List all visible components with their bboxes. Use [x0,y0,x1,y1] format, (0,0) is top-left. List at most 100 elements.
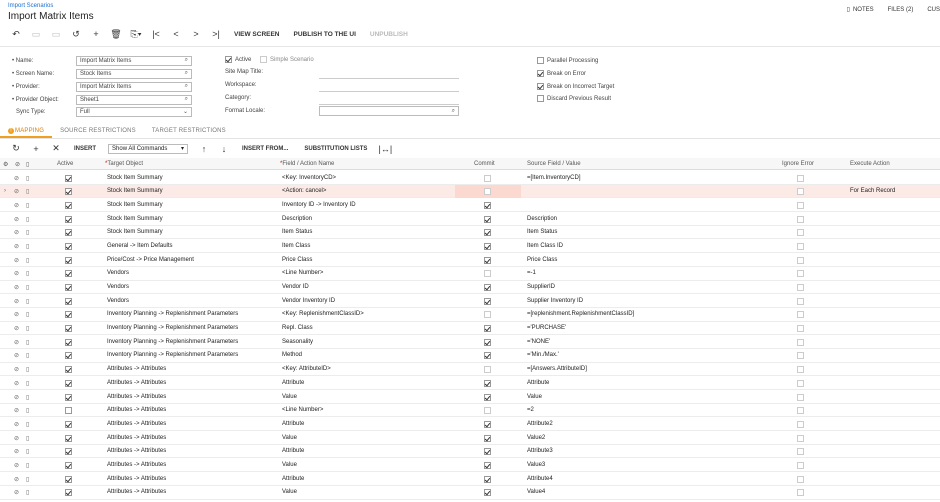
table-row[interactable]: ⊘ ▯ Price/Cost -> Price Management Price Cl… [0,253,940,267]
commit-checkbox[interactable] [484,242,491,250]
target-object-cell[interactable]: Attributes -> Attributes [107,394,166,400]
ignore-error-cell[interactable] [797,242,804,250]
ignore-error-cell[interactable] [797,256,804,264]
table-row[interactable]: ⊘ ▯ Attributes -> Attributes Value Value2 [0,431,940,445]
active-cell[interactable] [65,256,72,264]
ignore-error-cell[interactable] [797,338,804,346]
target-object-cell[interactable]: Vendors [107,270,129,276]
target-object-cell[interactable]: Attributes -> Attributes [107,489,166,495]
source-field-cell[interactable]: ='Min./Max.' [527,352,559,358]
field-action-cell[interactable]: Value [282,462,297,468]
attachment-icon[interactable]: ⊘ [14,298,19,305]
active-cell[interactable] [65,379,72,387]
field-action-cell[interactable]: <Key: ReplenishmentClassID> [282,311,364,317]
commit-cell[interactable] [484,475,491,483]
commit-cell[interactable] [484,229,491,237]
sync-type-select[interactable]: Full ⌄ [76,106,192,117]
ignore-error-checkbox[interactable] [797,201,804,209]
field-action-cell[interactable]: <Key: AttributeID> [282,366,331,372]
ignore-error-cell[interactable] [797,448,804,456]
field-action-cell[interactable]: <Key: InventoryCD> [282,175,336,181]
field-action-cell[interactable]: Inventory ID -> Inventory ID [282,202,356,208]
ignore-error-cell[interactable] [797,393,804,401]
commit-cell[interactable] [484,366,491,374]
search-icon[interactable]: ⌕ [185,96,188,103]
add-row-icon[interactable]: + [26,144,46,154]
ignore-error-checkbox[interactable] [797,338,804,346]
field-action-cell[interactable]: Attribute [282,380,304,386]
note-icon[interactable]: ▯ [26,380,29,387]
table-row[interactable]: ⊘ ▯ Inventory Planning -> Replenishment Pa… [0,349,940,363]
commit-checkbox[interactable] [484,475,491,483]
active-cell[interactable] [65,201,72,209]
commit-cell[interactable] [484,256,491,264]
ignore-error-checkbox[interactable] [797,256,804,264]
provider-object-field[interactable]: Sheet1 ⌕ [76,94,192,105]
target-object-cell[interactable]: Attributes -> Attributes [107,462,166,468]
commit-checkbox[interactable] [484,229,491,237]
active-checkbox[interactable] [65,284,72,291]
active-cell[interactable] [65,242,72,250]
attachment-icon[interactable]: ⊘ [14,366,19,373]
table-row[interactable]: ⊘ ▯ Inventory Planning -> Replenishment Pa… [0,335,940,349]
table-row[interactable]: ⊘ ▯ Attributes -> Attributes Attribute Attri… [0,445,940,459]
col-source-field[interactable]: Source Field / Value [527,161,581,167]
note-icon[interactable]: ▯ [26,352,29,359]
field-action-cell[interactable]: Value [282,435,297,441]
target-object-cell[interactable]: Stock Item Summary [107,188,163,194]
attachment-icon[interactable]: ⊘ [14,435,19,442]
provider-field[interactable]: Import Matrix Items ⌕ [76,81,192,92]
source-field-cell[interactable]: =-1 [527,270,536,276]
ignore-error-cell[interactable] [797,188,804,196]
ignore-error-checkbox[interactable] [797,284,804,291]
active-cell[interactable] [65,461,72,469]
active-cell[interactable] [65,311,72,319]
ignore-error-checkbox[interactable] [797,461,804,469]
attachment-icon[interactable]: ⊘ [14,175,19,182]
screen-name-field[interactable]: Stock Items ⌕ [76,68,192,79]
commit-cell[interactable] [484,407,491,415]
last-record-icon[interactable]: >| [206,29,226,39]
commit-checkbox[interactable] [484,311,491,319]
active-cell[interactable] [65,475,72,483]
fit-columns-icon[interactable]: |↔| [375,144,395,154]
commit-checkbox[interactable] [484,201,491,209]
source-field-cell[interactable]: =[Answers.AttributeID] [527,366,587,372]
table-row[interactable]: ⊘ ▯ Vendors Vendor Inventory ID Supplier Inv… [0,294,940,308]
table-row[interactable]: ⊘ ▯ Stock Item Summary Item Status Item Stat… [0,226,940,240]
active-checkbox[interactable] [65,379,72,387]
col-field-action[interactable]: *Field / Action Name [280,161,334,167]
undo-icon[interactable]: ↶ [6,29,26,40]
commit-checkbox[interactable] [484,338,491,346]
target-object-cell[interactable]: Price/Cost -> Price Management [107,257,194,263]
table-row[interactable]: ⊘ ▯ Attributes -> Attributes <Key: Attribut… [0,363,940,377]
target-object-cell[interactable]: Inventory Planning -> Replenishment Para… [107,325,238,331]
active-cell[interactable] [65,188,72,196]
active-checkbox[interactable] [65,420,72,428]
col-active[interactable]: Active [57,161,73,167]
refresh-icon[interactable]: ↻ [6,143,26,154]
name-field[interactable]: Import Matrix Items ⌕ [76,55,192,66]
active-checkbox[interactable] [65,229,72,237]
note-icon[interactable]: ▯ [26,202,29,209]
col-target-object[interactable]: *Target Object [105,161,143,167]
source-field-cell[interactable]: Item Class ID [527,243,563,249]
field-action-cell[interactable]: Price Class [282,257,312,263]
active-cell[interactable] [65,215,72,223]
target-object-cell[interactable]: Vendors [107,284,129,290]
ignore-error-checkbox[interactable] [797,448,804,456]
insert-from-button[interactable]: INSERT FROM... [242,146,288,152]
view-screen-button[interactable]: VIEW SCREEN [234,31,280,38]
attachment-icon[interactable]: ⊘ [14,448,19,455]
active-checkbox[interactable] [65,448,72,456]
commit-checkbox[interactable] [484,215,491,223]
commit-cell[interactable] [484,188,491,196]
field-action-cell[interactable]: <Action: cancel> [282,188,326,194]
target-object-cell[interactable]: Stock Item Summary [107,175,163,181]
ignore-error-cell[interactable] [797,352,804,360]
unpublish-button[interactable]: UNPUBLISH [370,31,408,38]
commit-cell[interactable] [484,352,491,360]
field-action-cell[interactable]: Attribute [282,421,304,427]
attachment-icon[interactable]: ⊘ [14,421,19,428]
note-icon[interactable]: ▯ [26,188,29,195]
